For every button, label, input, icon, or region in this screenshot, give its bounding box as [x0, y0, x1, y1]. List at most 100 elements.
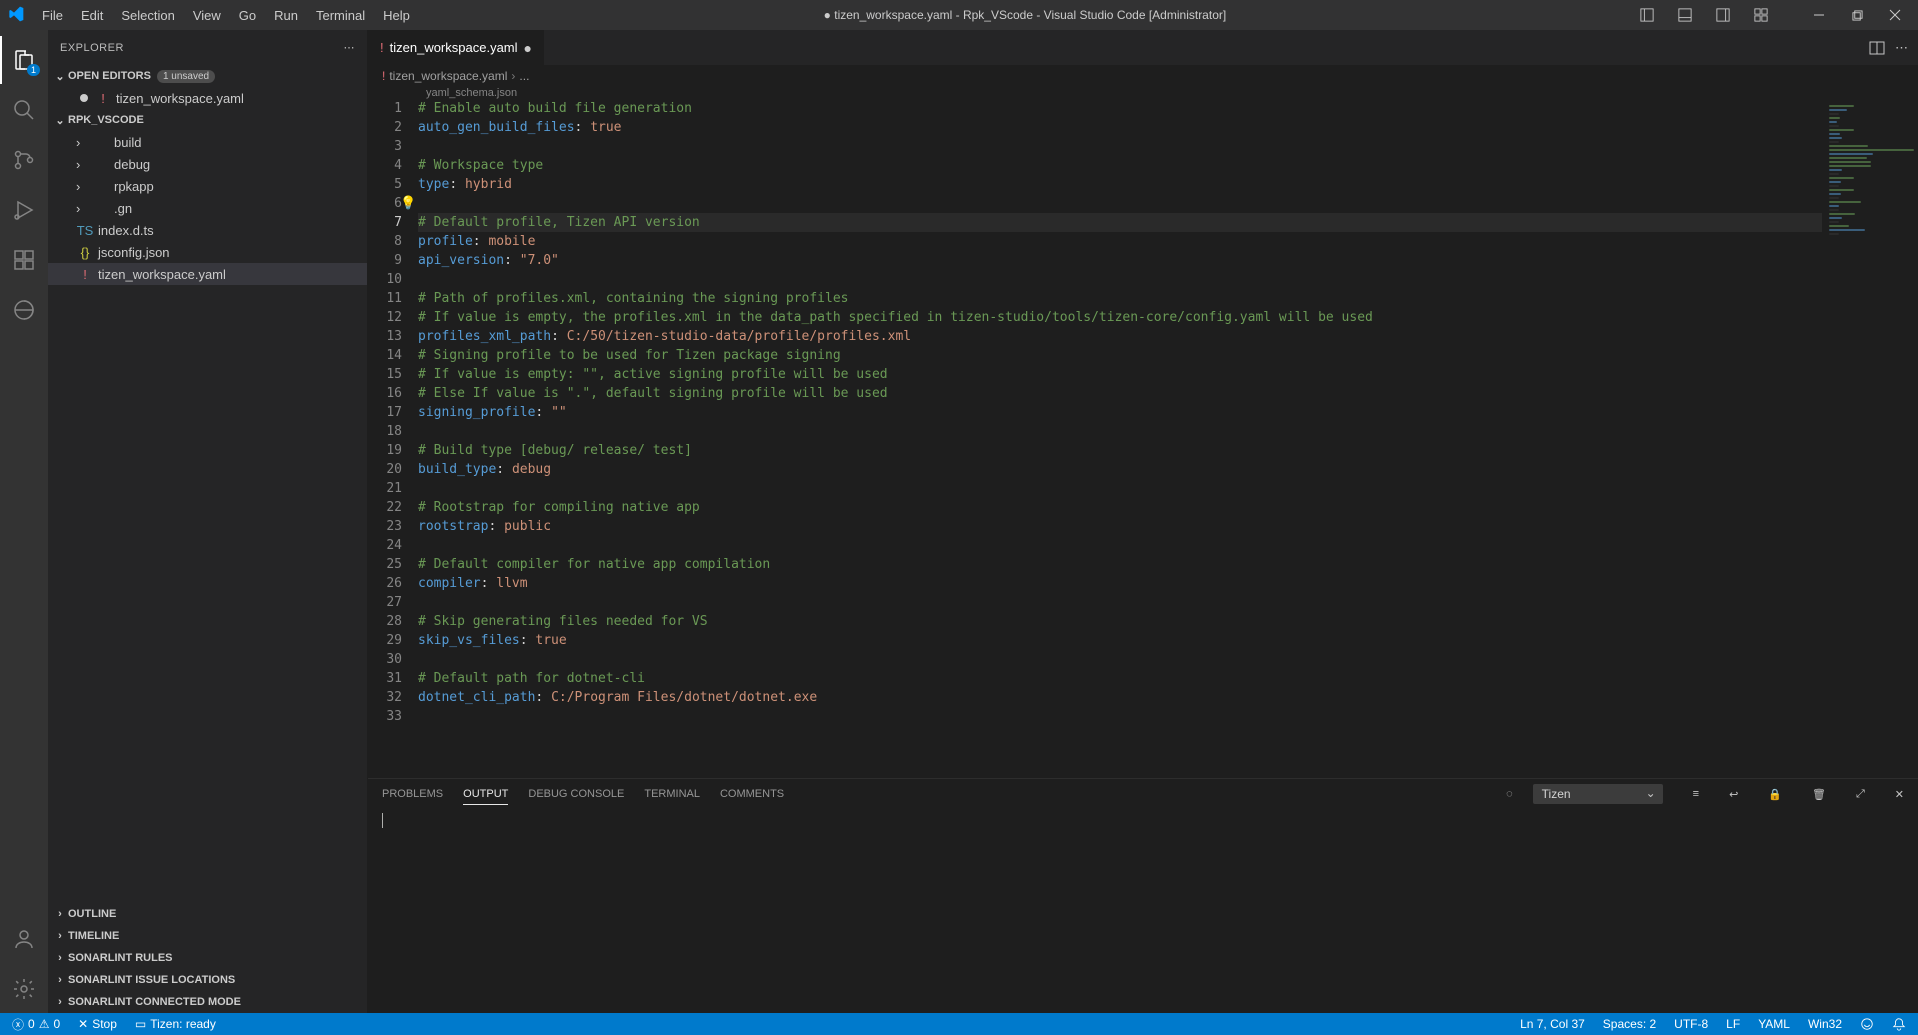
layout-panel-right-icon[interactable] — [1708, 0, 1738, 30]
tree-item[interactable]: !tizen_workspace.yaml — [48, 263, 367, 285]
status-encoding[interactable]: UTF-8 — [1670, 1017, 1712, 1031]
activitybar-explorer[interactable]: 1 — [0, 36, 48, 84]
menubar: FileEditSelectionViewGoRunTerminalHelp — [34, 4, 418, 27]
menu-help[interactable]: Help — [375, 4, 418, 27]
json-file-icon: {} — [76, 245, 94, 260]
close-panel-icon[interactable]: ✕ — [1895, 788, 1904, 801]
section-sonarlint-rules[interactable]: ›SONARLINT RULES — [48, 947, 367, 969]
panel-tab-output[interactable]: OUTPUT — [463, 784, 508, 805]
status-tizen[interactable]: ▭Tizen: ready — [131, 1017, 220, 1031]
minimap[interactable] — [1822, 99, 1918, 778]
output-body[interactable] — [368, 809, 1918, 1013]
tree-item[interactable]: TS index.d.ts — [48, 219, 367, 241]
tab-more-icon[interactable]: ⋯ — [1895, 40, 1908, 56]
editor-body[interactable]: 1234567891011121314151617181920212223242… — [368, 99, 1918, 778]
status-errors[interactable]: ⓧ0 ⚠0 — [8, 1016, 64, 1033]
code-content[interactable]: # Enable auto build file generationauto_… — [418, 99, 1822, 778]
status-stop[interactable]: ✕Stop — [74, 1017, 121, 1031]
window-maximize-icon[interactable] — [1842, 0, 1872, 30]
panel-tab-debug-console[interactable]: DEBUG CONSOLE — [528, 784, 624, 804]
section-sonarlint-connected[interactable]: ›SONARLINT CONNECTED MODE — [48, 991, 367, 1013]
breadcrumb[interactable]: ! tizen_workspace.yaml › ... — [368, 65, 1918, 87]
status-position[interactable]: Ln 7, Col 37 — [1516, 1017, 1589, 1031]
status-feedback-icon[interactable] — [1856, 1017, 1878, 1031]
schema-hint: yaml_schema.json — [368, 87, 1918, 99]
section-timeline[interactable]: ›TIMELINE — [48, 925, 367, 947]
loading-icon: ◌ — [1506, 788, 1513, 800]
layout-panel-bottom-icon[interactable] — [1670, 0, 1700, 30]
menu-view[interactable]: View — [185, 4, 229, 27]
lock-icon[interactable]: 🔒 — [1768, 788, 1782, 801]
tab-label: tizen_workspace.yaml — [390, 40, 518, 55]
tree-item[interactable]: ›.gn — [48, 197, 367, 219]
section-sonarlint-issues[interactable]: ›SONARLINT ISSUE LOCATIONS — [48, 969, 367, 991]
menu-go[interactable]: Go — [231, 4, 264, 27]
file-name: tizen_workspace.yaml — [116, 91, 244, 106]
file-name: build — [114, 135, 141, 150]
yaml-file-icon: ! — [380, 40, 384, 55]
layout-panel-left-icon[interactable] — [1632, 0, 1662, 30]
section-open-editors[interactable]: ⌄ OPEN EDITORS 1 unsaved — [48, 65, 367, 87]
tree-item[interactable]: ›debug — [48, 153, 367, 175]
open-editors-label: OPEN EDITORS — [68, 70, 151, 82]
menu-file[interactable]: File — [34, 4, 71, 27]
explorer-dirty-badge: 1 — [27, 64, 40, 76]
device-icon: ▭ — [135, 1017, 146, 1031]
activitybar-extensions[interactable] — [0, 236, 48, 284]
tree-item[interactable]: {}jsconfig.json — [48, 241, 367, 263]
activitybar-settings[interactable] — [0, 965, 48, 1013]
panel-tab-problems[interactable]: PROBLEMS — [382, 784, 443, 804]
open-editor-item[interactable]: ! tizen_workspace.yaml — [48, 87, 367, 109]
sidebar: EXPLORER ⋯ ⌄ OPEN EDITORS 1 unsaved ! tiz… — [48, 30, 368, 1013]
ts-file-icon: TS — [76, 223, 94, 238]
panel-tab-terminal[interactable]: TERMINAL — [644, 784, 700, 804]
clear-icon[interactable]: 🗑 — [1812, 788, 1826, 801]
tabbar: ! tizen_workspace.yaml ● ⋯ — [368, 30, 1918, 65]
panel: PROBLEMS OUTPUT DEBUG CONSOLE TERMINAL COMME… — [368, 778, 1918, 1013]
activitybar-account[interactable] — [0, 915, 48, 963]
file-name: debug — [114, 157, 150, 172]
activitybar: 1 — [0, 30, 48, 1013]
sidebar-title: EXPLORER — [60, 42, 124, 54]
tab-tizen-workspace[interactable]: ! tizen_workspace.yaml ● — [368, 30, 545, 65]
section-workspace[interactable]: ⌄ RPK_VSCODE — [48, 109, 367, 131]
split-editor-icon[interactable] — [1869, 40, 1885, 56]
activitybar-scm[interactable] — [0, 136, 48, 184]
window-close-icon[interactable] — [1880, 0, 1910, 30]
open-editors-badge: 1 unsaved — [157, 70, 215, 83]
unsaved-dot-icon — [80, 94, 88, 102]
yaml-file-icon: ! — [382, 69, 385, 83]
status-spaces[interactable]: Spaces: 2 — [1599, 1017, 1660, 1031]
menu-selection[interactable]: Selection — [113, 4, 182, 27]
activitybar-run-debug[interactable] — [0, 186, 48, 234]
maximize-icon[interactable]: ⤢ — [1856, 788, 1865, 801]
menu-run[interactable]: Run — [266, 4, 306, 27]
window-minimize-icon[interactable] — [1804, 0, 1834, 30]
yaml-file-icon: ! — [94, 91, 112, 106]
tree-item[interactable]: ›rpkapp — [48, 175, 367, 197]
status-eol[interactable]: LF — [1722, 1017, 1744, 1031]
file-name: rpkapp — [114, 179, 154, 194]
activitybar-search[interactable] — [0, 86, 48, 134]
filter-icon[interactable]: ≡ — [1693, 788, 1699, 800]
vscode-logo-icon — [8, 6, 26, 24]
yaml-file-icon: ! — [76, 267, 94, 282]
menu-edit[interactable]: Edit — [73, 4, 111, 27]
status-bell-icon[interactable] — [1888, 1017, 1910, 1031]
output-channel-select[interactable]: Tizen — [1533, 784, 1663, 804]
activitybar-tizen[interactable] — [0, 286, 48, 334]
panel-tab-comments[interactable]: COMMENTS — [720, 784, 784, 804]
file-name: .gn — [114, 201, 132, 216]
file-name: index.d.ts — [98, 223, 154, 238]
lightbulb-icon[interactable]: 💡 — [400, 194, 416, 213]
status-language[interactable]: YAML — [1754, 1017, 1794, 1031]
sidebar-more-icon[interactable]: ⋯ — [344, 41, 356, 54]
titlebar: FileEditSelectionViewGoRunTerminalHelp ●… — [0, 0, 1918, 30]
status-os[interactable]: Win32 — [1804, 1017, 1846, 1031]
section-outline[interactable]: ›OUTLINE — [48, 903, 367, 925]
tree-item[interactable]: ›build — [48, 131, 367, 153]
wrap-icon[interactable]: ↩ — [1729, 788, 1738, 801]
menu-terminal[interactable]: Terminal — [308, 4, 373, 27]
customize-layout-icon[interactable] — [1746, 0, 1776, 30]
warning-icon: ⚠ — [39, 1017, 50, 1031]
